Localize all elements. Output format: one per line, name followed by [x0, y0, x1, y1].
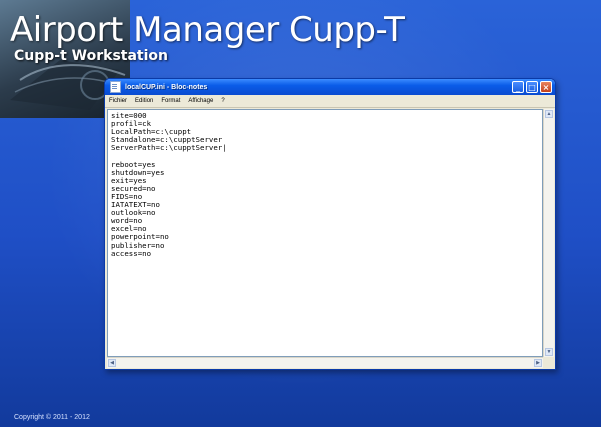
menu-item-affichage[interactable]: Affichage	[188, 98, 213, 104]
scroll-up-icon[interactable]: ▲	[545, 110, 553, 118]
horizontal-scrollbar[interactable]: ◀ ▶	[107, 357, 543, 368]
menu-item-format[interactable]: Format	[161, 98, 180, 104]
menu-bar: Fichier Edition Format Affichage ?	[105, 95, 555, 108]
app-title: Airport Manager Cupp-T	[10, 10, 405, 50]
menu-item-edition[interactable]: Edition	[135, 98, 153, 104]
notepad-window[interactable]: localCUP.ini - Bloc-notes _ □ × Fichier …	[104, 78, 556, 370]
window-title: localCUP.ini - Bloc-notes	[125, 83, 208, 91]
window-titlebar[interactable]: localCUP.ini - Bloc-notes _ □ ×	[105, 79, 555, 95]
copyright-text: Copyright © 2011 - 2012	[14, 414, 90, 421]
maximize-button[interactable]: □	[526, 81, 538, 93]
minimize-button[interactable]: _	[512, 81, 524, 93]
file-content[interactable]: site=000 profil=ck LocalPath=c:\cuppt St…	[111, 111, 539, 258]
window-controls: _ □ ×	[512, 81, 552, 93]
menu-item-help[interactable]: ?	[221, 98, 224, 104]
close-button[interactable]: ×	[540, 81, 552, 93]
scroll-left-icon[interactable]: ◀	[108, 359, 116, 367]
menu-item-fichier[interactable]: Fichier	[109, 98, 127, 104]
notepad-icon	[110, 81, 121, 93]
scroll-right-icon[interactable]: ▶	[534, 359, 542, 367]
text-editor[interactable]: site=000 profil=ck LocalPath=c:\cuppt St…	[107, 109, 543, 357]
scroll-down-icon[interactable]: ▼	[545, 348, 553, 356]
vertical-scrollbar[interactable]: ▲ ▼	[543, 109, 554, 357]
app-subtitle: Cupp-t Workstation	[14, 48, 168, 64]
